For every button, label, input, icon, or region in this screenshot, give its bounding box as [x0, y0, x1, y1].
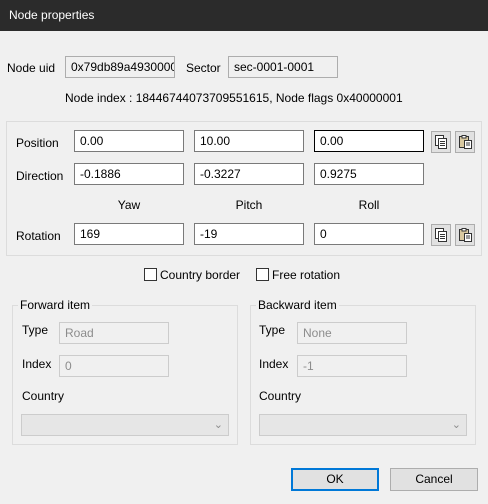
backward-type-label: Type	[259, 323, 286, 337]
direction-label: Direction	[16, 169, 64, 183]
backward-type-field[interactable]: None	[297, 322, 407, 344]
roll-header: Roll	[358, 198, 380, 212]
direction-y-field[interactable]: -0.3227	[194, 163, 304, 185]
rotation-label: Rotation	[16, 229, 61, 243]
node-uid-label: Node uid	[7, 61, 56, 75]
paste-icon	[459, 135, 472, 149]
cancel-button[interactable]: Cancel	[390, 468, 478, 491]
rotation-yaw-field[interactable]: 169	[74, 223, 184, 245]
paste-icon	[459, 228, 472, 242]
position-label: Position	[16, 136, 59, 150]
paste-rotation-button[interactable]	[455, 224, 475, 246]
sector-field[interactable]: sec-0001-0001	[228, 56, 338, 78]
title-bar: Node properties	[0, 0, 488, 31]
position-x-field[interactable]: 0.00	[74, 130, 184, 152]
node-index-line: Node index : 18446744073709551615, Node …	[65, 91, 403, 105]
forward-country-label: Country	[22, 389, 65, 403]
copy-rotation-button[interactable]	[431, 224, 451, 246]
country-border-checkbox[interactable]	[144, 268, 157, 281]
forward-country-select[interactable]: ⌄	[21, 414, 229, 436]
forward-index-label: Index	[22, 357, 52, 371]
backward-country-select[interactable]: ⌄	[259, 414, 467, 436]
chevron-down-icon: ⌄	[451, 419, 461, 431]
forward-item-legend: Forward item	[18, 298, 93, 312]
yaw-header: Yaw	[117, 198, 141, 212]
direction-z-field[interactable]: 0.9275	[314, 163, 424, 185]
copy-icon	[435, 228, 447, 242]
backward-country-label: Country	[259, 389, 302, 403]
node-uid-field[interactable]: 0x79db89a493000000	[65, 56, 175, 78]
direction-x-field[interactable]: -0.1886	[74, 163, 184, 185]
backward-index-label: Index	[259, 357, 289, 371]
rotation-pitch-field[interactable]: -19	[194, 223, 304, 245]
chevron-down-icon: ⌄	[213, 419, 223, 431]
country-border-label: Country border	[160, 268, 241, 282]
copy-position-button[interactable]	[431, 131, 451, 153]
copy-icon	[435, 135, 447, 149]
backward-index-field[interactable]: -1	[297, 355, 407, 377]
node-properties-dialog: Node properties Node uid 0x79db89a493000…	[0, 0, 488, 504]
forward-type-field[interactable]: Road	[59, 322, 169, 344]
window-title: Node properties	[9, 8, 95, 22]
ok-button[interactable]: OK	[291, 468, 379, 491]
pitch-header: Pitch	[235, 198, 263, 212]
backward-item-legend: Backward item	[256, 298, 339, 312]
position-y-field[interactable]: 10.00	[194, 130, 304, 152]
forward-index-field[interactable]: 0	[59, 355, 169, 377]
rotation-roll-field[interactable]: 0	[314, 223, 424, 245]
forward-type-label: Type	[22, 323, 49, 337]
free-rotation-label: Free rotation	[272, 268, 341, 282]
position-z-field[interactable]: 0.00	[314, 130, 424, 152]
free-rotation-checkbox[interactable]	[256, 268, 269, 281]
paste-position-button[interactable]	[455, 131, 475, 153]
sector-label: Sector	[186, 61, 221, 75]
